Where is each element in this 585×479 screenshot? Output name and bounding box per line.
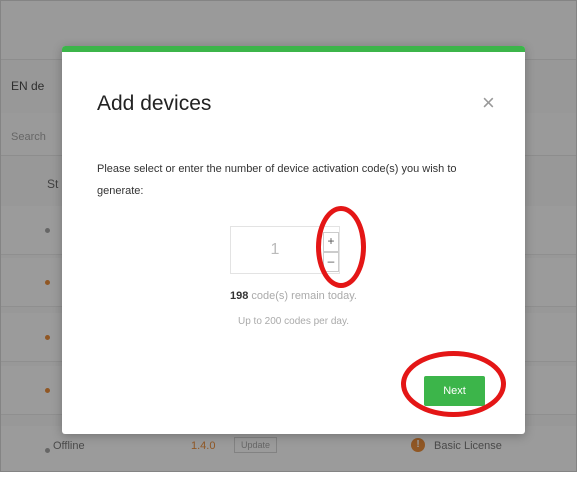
dialog-title: Add devices xyxy=(97,92,212,115)
remaining-count: 198 xyxy=(230,290,249,302)
remaining-codes-text: 198 code(s) remain today. xyxy=(62,290,525,302)
dialog-accent-bar xyxy=(62,46,525,52)
daily-limit-text: Up to 200 codes per day. xyxy=(238,316,349,327)
next-highlight-annotation xyxy=(401,351,506,417)
dialog-prompt: Please select or enter the number of dev… xyxy=(97,163,457,197)
quantity-input[interactable]: 1 xyxy=(231,227,319,273)
close-icon[interactable]: × xyxy=(482,92,495,114)
stepper-highlight-annotation xyxy=(316,206,366,288)
remaining-label: code(s) remain today. xyxy=(248,290,357,302)
